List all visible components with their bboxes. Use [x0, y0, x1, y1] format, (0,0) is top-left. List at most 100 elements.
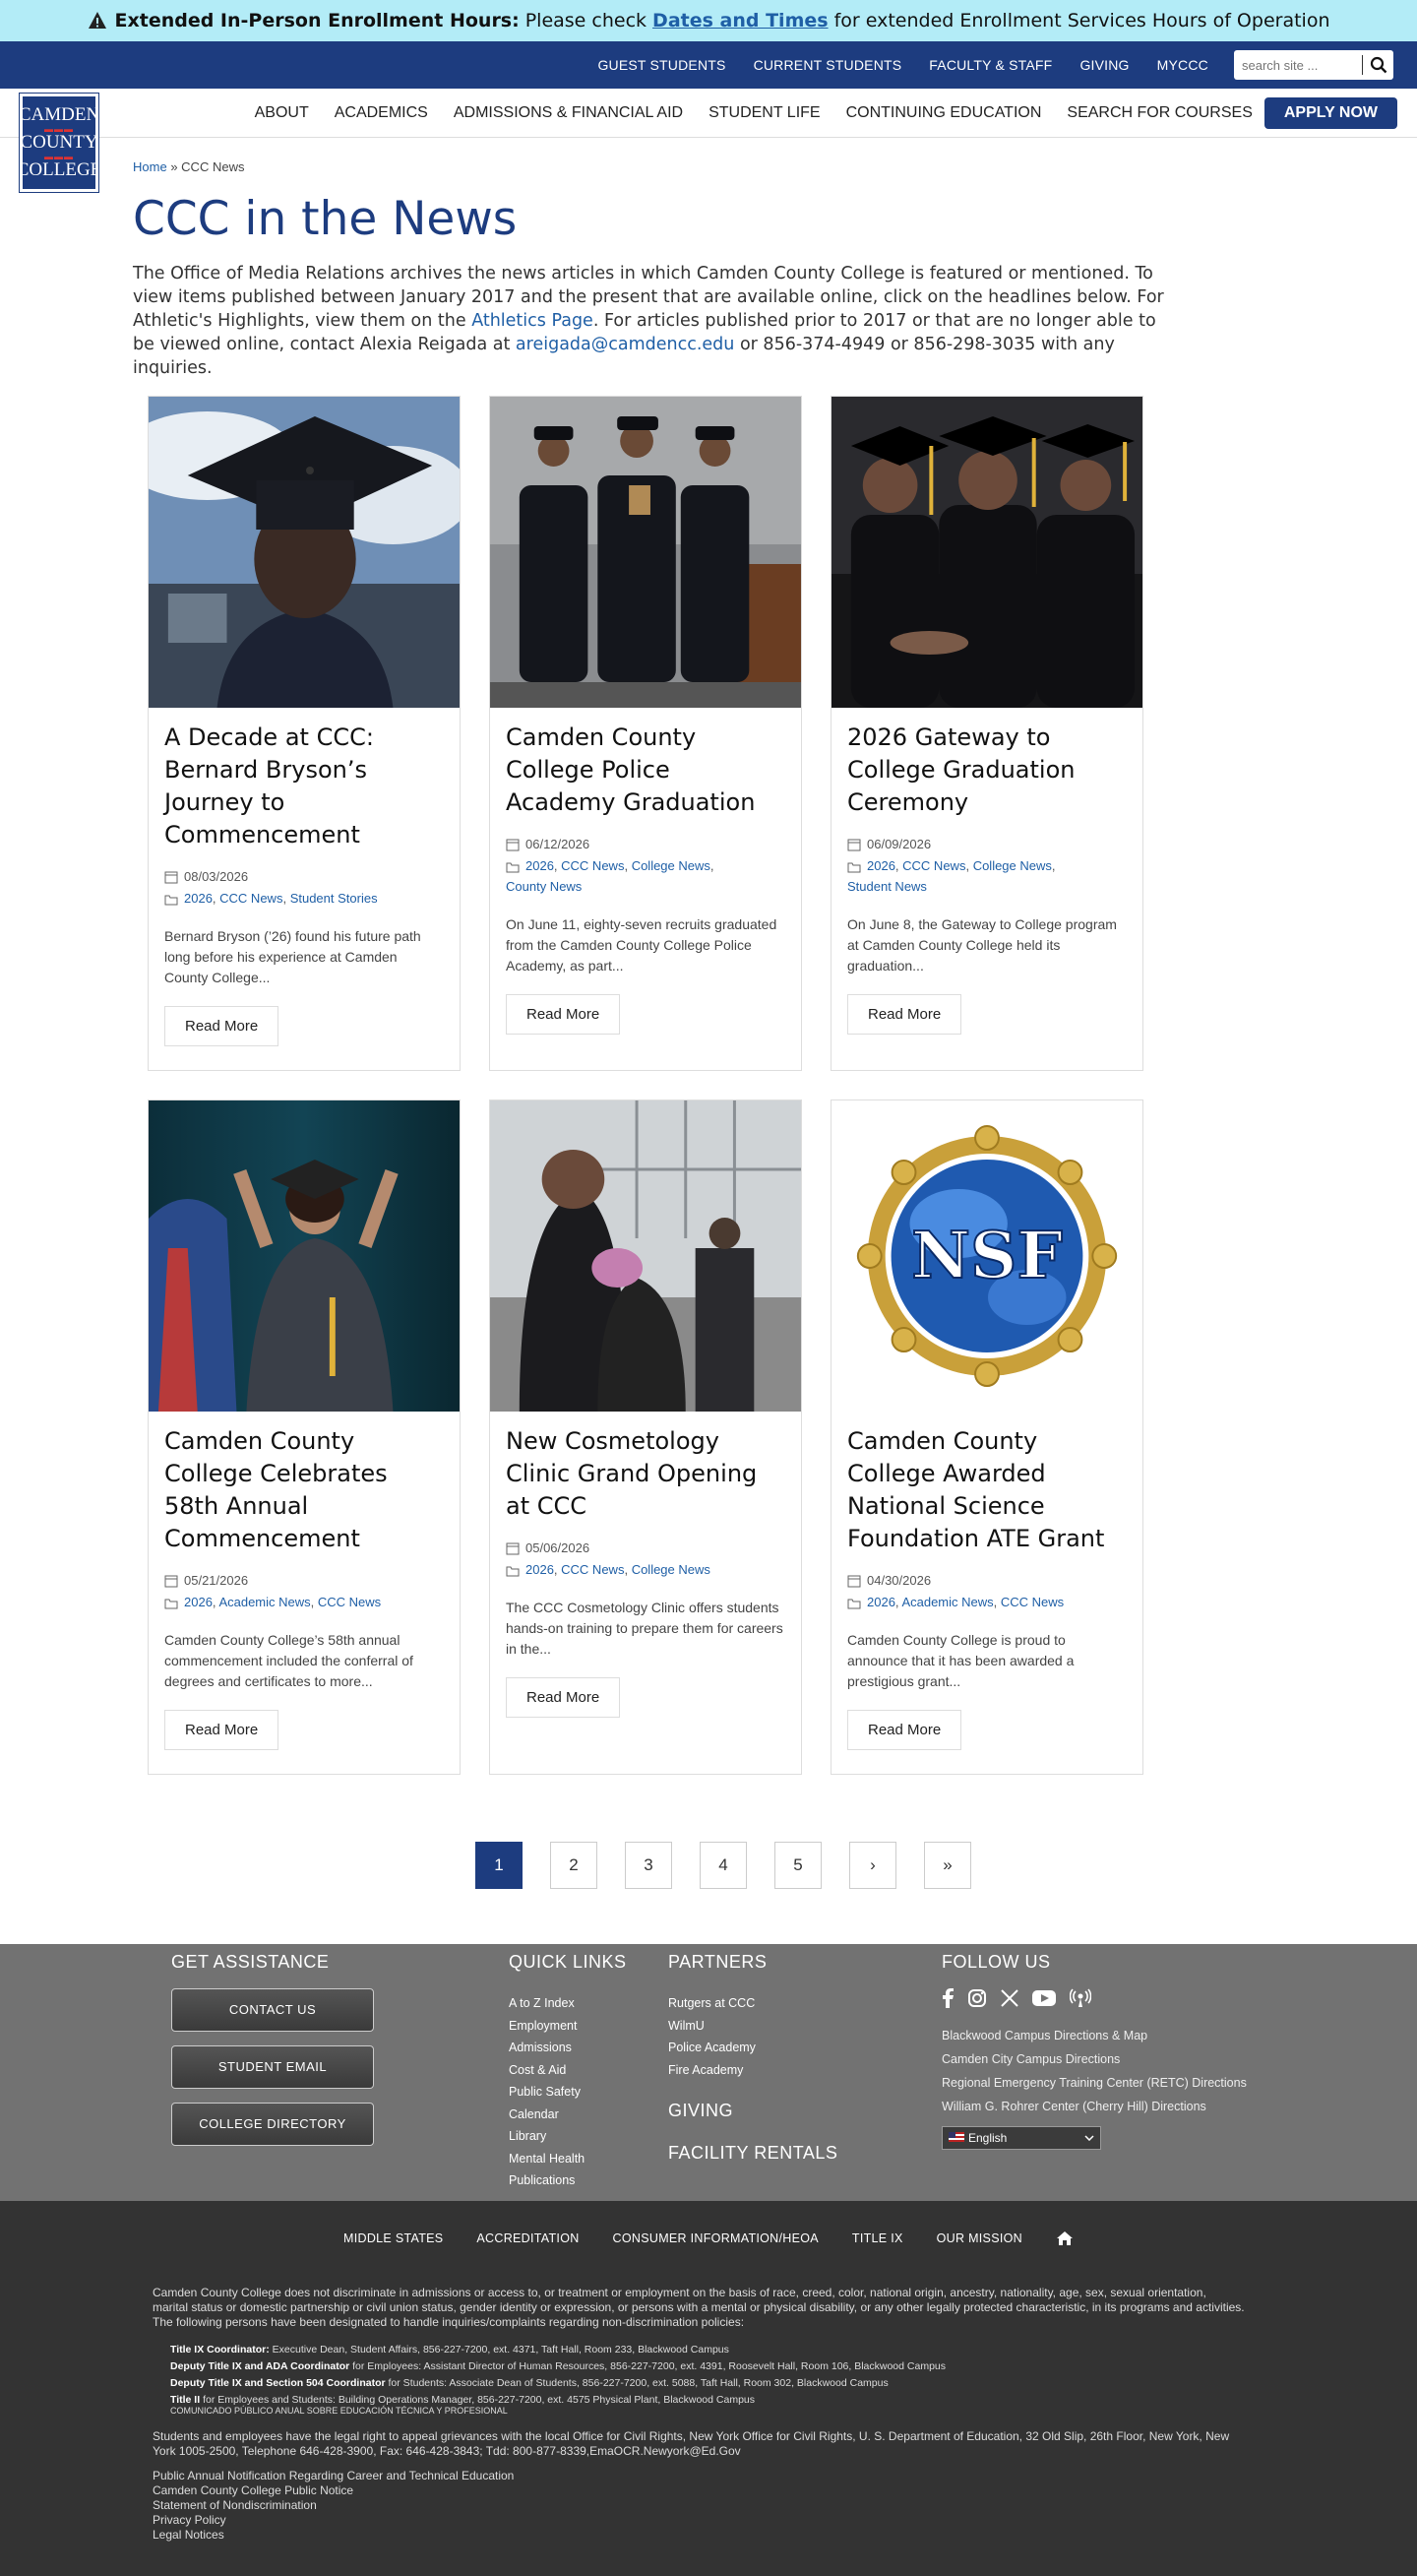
- footer-giving-link[interactable]: GIVING: [668, 2101, 837, 2121]
- top-link-faculty-staff[interactable]: FACULTY & STAFF: [929, 57, 1052, 73]
- campus-link[interactable]: Camden City Campus Directions: [942, 2047, 1247, 2071]
- footer-link[interactable]: Public Safety: [509, 2081, 627, 2104]
- home-icon[interactable]: [1056, 2230, 1074, 2246]
- category-link[interactable]: 2026: [184, 891, 213, 906]
- read-more-button[interactable]: Read More: [847, 994, 962, 1035]
- card-title[interactable]: Camden County College Awarded National S…: [847, 1425, 1127, 1555]
- top-link-current-students[interactable]: CURRENT STUDENTS: [754, 57, 902, 73]
- youtube-icon[interactable]: [1032, 1989, 1056, 2007]
- top-link-giving[interactable]: GIVING: [1079, 57, 1129, 73]
- category-link[interactable]: 2026: [867, 858, 895, 873]
- card-image-gateway-graduates[interactable]: [832, 397, 1142, 708]
- consumer-info-link[interactable]: CONSUMER INFORMATION/HEOA: [613, 2231, 819, 2245]
- apply-now-button[interactable]: APPLY NOW: [1263, 97, 1397, 129]
- footer-link[interactable]: Cost & Aid: [509, 2059, 627, 2082]
- footer-link[interactable]: Mental Health: [509, 2148, 627, 2170]
- footer-link[interactable]: A to Z Index: [509, 1992, 627, 2015]
- footer-link[interactable]: Calendar: [509, 2104, 627, 2126]
- campus-link[interactable]: William G. Rohrer Center (Cherry Hill) D…: [942, 2095, 1247, 2118]
- category-link[interactable]: CCC News: [318, 1595, 381, 1609]
- title-ix-link[interactable]: TITLE IX: [852, 2231, 903, 2245]
- category-link[interactable]: CCC News: [902, 858, 965, 873]
- card-image-cosmetology-clinic[interactable]: [490, 1100, 801, 1412]
- campus-link[interactable]: Regional Emergency Training Center (RETC…: [942, 2071, 1247, 2095]
- college-logo[interactable]: CAMDEN ▬▬▬ COUNTY ▬▬▬ COLLEGE: [17, 93, 101, 193]
- category-link[interactable]: Academic News: [218, 1595, 310, 1609]
- top-link-myccc[interactable]: MYCCC: [1157, 57, 1208, 73]
- card-title[interactable]: Camden County College Celebrates 58th An…: [164, 1425, 444, 1555]
- student-email-button[interactable]: STUDENT EMAIL: [171, 2045, 374, 2089]
- category-link[interactable]: County News: [506, 879, 582, 894]
- footer-rentals-link[interactable]: FACILITY RENTALS: [668, 2143, 837, 2164]
- read-more-button[interactable]: Read More: [164, 1006, 279, 1046]
- footer-link[interactable]: WilmU: [668, 2015, 837, 2038]
- read-more-button[interactable]: Read More: [506, 994, 621, 1035]
- category-link[interactable]: Student Stories: [290, 891, 378, 906]
- instagram-icon[interactable]: [967, 1988, 987, 2008]
- card-title[interactable]: 2026 Gateway to College Graduation Cerem…: [847, 722, 1127, 819]
- page-1-button[interactable]: 1: [475, 1842, 523, 1889]
- our-mission-link[interactable]: OUR MISSION: [937, 2231, 1022, 2245]
- footer-link[interactable]: Publications: [509, 2169, 627, 2192]
- notice-link[interactable]: Statement of Nondiscrimination: [153, 2498, 1245, 2513]
- campus-link[interactable]: Blackwood Campus Directions & Map: [942, 2024, 1247, 2047]
- nav-student-life[interactable]: STUDENT LIFE: [708, 104, 821, 122]
- page-3-button[interactable]: 3: [625, 1842, 672, 1889]
- card-image-police-officers[interactable]: [490, 397, 801, 708]
- breadcrumb-home[interactable]: Home: [133, 159, 167, 174]
- footer-link[interactable]: Fire Academy: [668, 2059, 837, 2082]
- alert-dates-link[interactable]: Dates and Times: [652, 10, 829, 31]
- category-link[interactable]: College News: [632, 1562, 710, 1577]
- nav-about[interactable]: ABOUT: [255, 104, 309, 122]
- notice-link[interactable]: Camden County College Public Notice: [153, 2483, 1245, 2498]
- page-5-button[interactable]: 5: [774, 1842, 822, 1889]
- category-link[interactable]: CCC News: [561, 1562, 624, 1577]
- search-icon[interactable]: [1370, 56, 1387, 74]
- language-select[interactable]: English: [942, 2126, 1101, 2150]
- read-more-button[interactable]: Read More: [506, 1677, 621, 1718]
- nav-academics[interactable]: ACADEMICS: [335, 104, 428, 122]
- email-link[interactable]: areigada@camdencc.edu: [516, 335, 734, 354]
- read-more-button[interactable]: Read More: [847, 1710, 962, 1750]
- card-title[interactable]: A Decade at CCC: Bernard Bryson’s Journe…: [164, 722, 444, 851]
- category-link[interactable]: CCC News: [561, 858, 624, 873]
- category-link[interactable]: 2026: [867, 1595, 895, 1609]
- x-twitter-icon[interactable]: [1001, 1989, 1018, 2007]
- contact-us-button[interactable]: CONTACT US: [171, 1988, 374, 2032]
- notice-link[interactable]: Privacy Policy: [153, 2513, 1245, 2528]
- category-link[interactable]: CCC News: [219, 891, 282, 906]
- card-image-commencement[interactable]: [149, 1100, 460, 1412]
- card-image-graduate-cap[interactable]: [149, 397, 460, 708]
- card-image-nsf-logo[interactable]: NSF: [832, 1100, 1142, 1412]
- footer-link[interactable]: Police Academy: [668, 2037, 837, 2059]
- search-input[interactable]: [1242, 57, 1355, 73]
- footer-link[interactable]: Library: [509, 2125, 627, 2148]
- top-link-guest-students[interactable]: GUEST STUDENTS: [597, 57, 725, 73]
- read-more-button[interactable]: Read More: [164, 1710, 279, 1750]
- category-link[interactable]: Student News: [847, 879, 927, 894]
- nav-continuing-education[interactable]: CONTINUING EDUCATION: [846, 104, 1042, 122]
- category-link[interactable]: College News: [973, 858, 1052, 873]
- category-link[interactable]: 2026: [525, 858, 554, 873]
- college-directory-button[interactable]: COLLEGE DIRECTORY: [171, 2103, 374, 2146]
- footer-link[interactable]: Rutgers at CCC: [668, 1992, 837, 2015]
- notice-link[interactable]: Public Annual Notification Regarding Car…: [153, 2469, 1245, 2483]
- podcast-icon[interactable]: [1070, 1988, 1091, 2008]
- athletics-page-link[interactable]: Athletics Page: [471, 311, 593, 331]
- nav-admissions[interactable]: ADMISSIONS & FINANCIAL AID: [454, 104, 683, 122]
- facebook-icon[interactable]: [942, 1988, 954, 2008]
- category-link[interactable]: College News: [632, 858, 710, 873]
- footer-link[interactable]: Employment: [509, 2015, 627, 2038]
- notice-link[interactable]: Legal Notices: [153, 2528, 1245, 2543]
- category-link[interactable]: CCC News: [1001, 1595, 1064, 1609]
- middle-states-link[interactable]: MIDDLE STATES: [343, 2231, 443, 2245]
- page-2-button[interactable]: 2: [550, 1842, 597, 1889]
- category-link[interactable]: 2026: [184, 1595, 213, 1609]
- card-title[interactable]: Camden County College Police Academy Gra…: [506, 722, 785, 819]
- card-title[interactable]: New Cosmetology Clinic Grand Opening at …: [506, 1425, 785, 1523]
- category-link[interactable]: Academic News: [901, 1595, 993, 1609]
- nav-search-courses[interactable]: SEARCH FOR COURSES: [1067, 104, 1252, 122]
- next-page-button[interactable]: ›: [849, 1842, 896, 1889]
- page-4-button[interactable]: 4: [700, 1842, 747, 1889]
- last-page-button[interactable]: »: [924, 1842, 971, 1889]
